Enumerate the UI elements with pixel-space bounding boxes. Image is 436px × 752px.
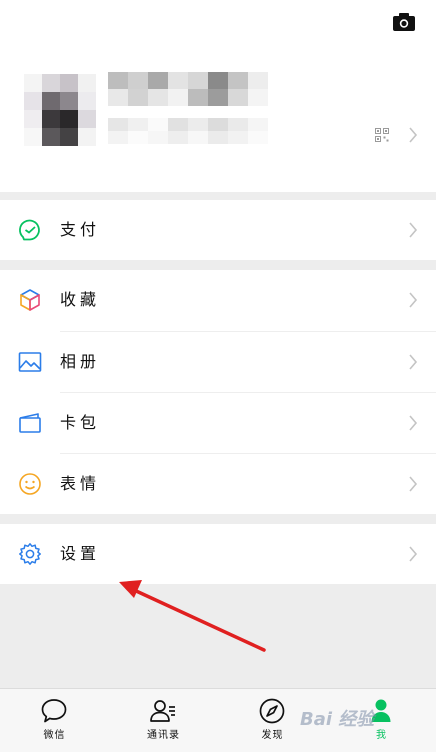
contacts-icon <box>150 700 175 722</box>
menu-item-cards[interactable]: 卡包 <box>0 393 436 453</box>
gear-icon <box>19 543 41 565</box>
compass-icon <box>259 698 285 724</box>
tab-label: 通讯录 <box>147 730 180 741</box>
avatar[interactable] <box>24 74 96 146</box>
card-icon <box>19 413 41 433</box>
menu-item-settings[interactable]: 设置 <box>0 524 436 584</box>
chevron-right-icon <box>409 292 418 308</box>
menu-item-favorites[interactable]: 收藏 <box>0 270 436 330</box>
chat-bubble-icon <box>41 699 67 723</box>
chevron-right-icon <box>409 222 418 238</box>
menu-item-stickers[interactable]: 表情 <box>0 454 436 514</box>
pay-check-icon <box>19 219 40 241</box>
watermark: Bai 经验 <box>300 709 375 730</box>
menu-label: 表情 <box>60 474 101 493</box>
chevron-right-icon <box>409 127 418 143</box>
menu-label: 设置 <box>60 544 101 563</box>
nickname-pixelated <box>108 72 268 106</box>
menu-label: 卡包 <box>60 413 101 432</box>
chevron-right-icon <box>409 546 418 562</box>
cube-icon <box>20 289 40 311</box>
menu-item-album[interactable]: 相册 <box>0 332 436 392</box>
chevron-right-icon <box>409 354 418 370</box>
chevron-right-icon <box>409 476 418 492</box>
chevron-right-icon <box>409 415 418 431</box>
smile-icon <box>19 473 41 495</box>
profile-header[interactable] <box>0 0 436 192</box>
camera-icon[interactable] <box>392 12 416 32</box>
menu-label: 收藏 <box>60 290 101 309</box>
me-page: 支付 收藏 相册 卡包 表情 设置 微信 通讯录 发现 我 Bai 经验 <box>0 0 436 752</box>
image-icon <box>18 352 42 372</box>
menu-label: 相册 <box>60 352 101 371</box>
tab-label: 微信 <box>43 730 66 741</box>
services-card: 收藏 相册 卡包 表情 <box>0 270 436 514</box>
bottom-tab-bar: 微信 通讯录 发现 我 Bai 经验 <box>0 688 436 752</box>
qr-code-icon[interactable] <box>375 128 389 142</box>
tab-chats[interactable]: 微信 <box>0 689 109 752</box>
menu-label: 支付 <box>60 220 101 239</box>
menu-item-pay[interactable]: 支付 <box>0 200 436 260</box>
pay-card: 支付 <box>0 200 436 260</box>
settings-card: 设置 <box>0 524 436 584</box>
wechat-id-pixelated <box>108 118 268 144</box>
tab-contacts[interactable]: 通讯录 <box>109 689 218 752</box>
